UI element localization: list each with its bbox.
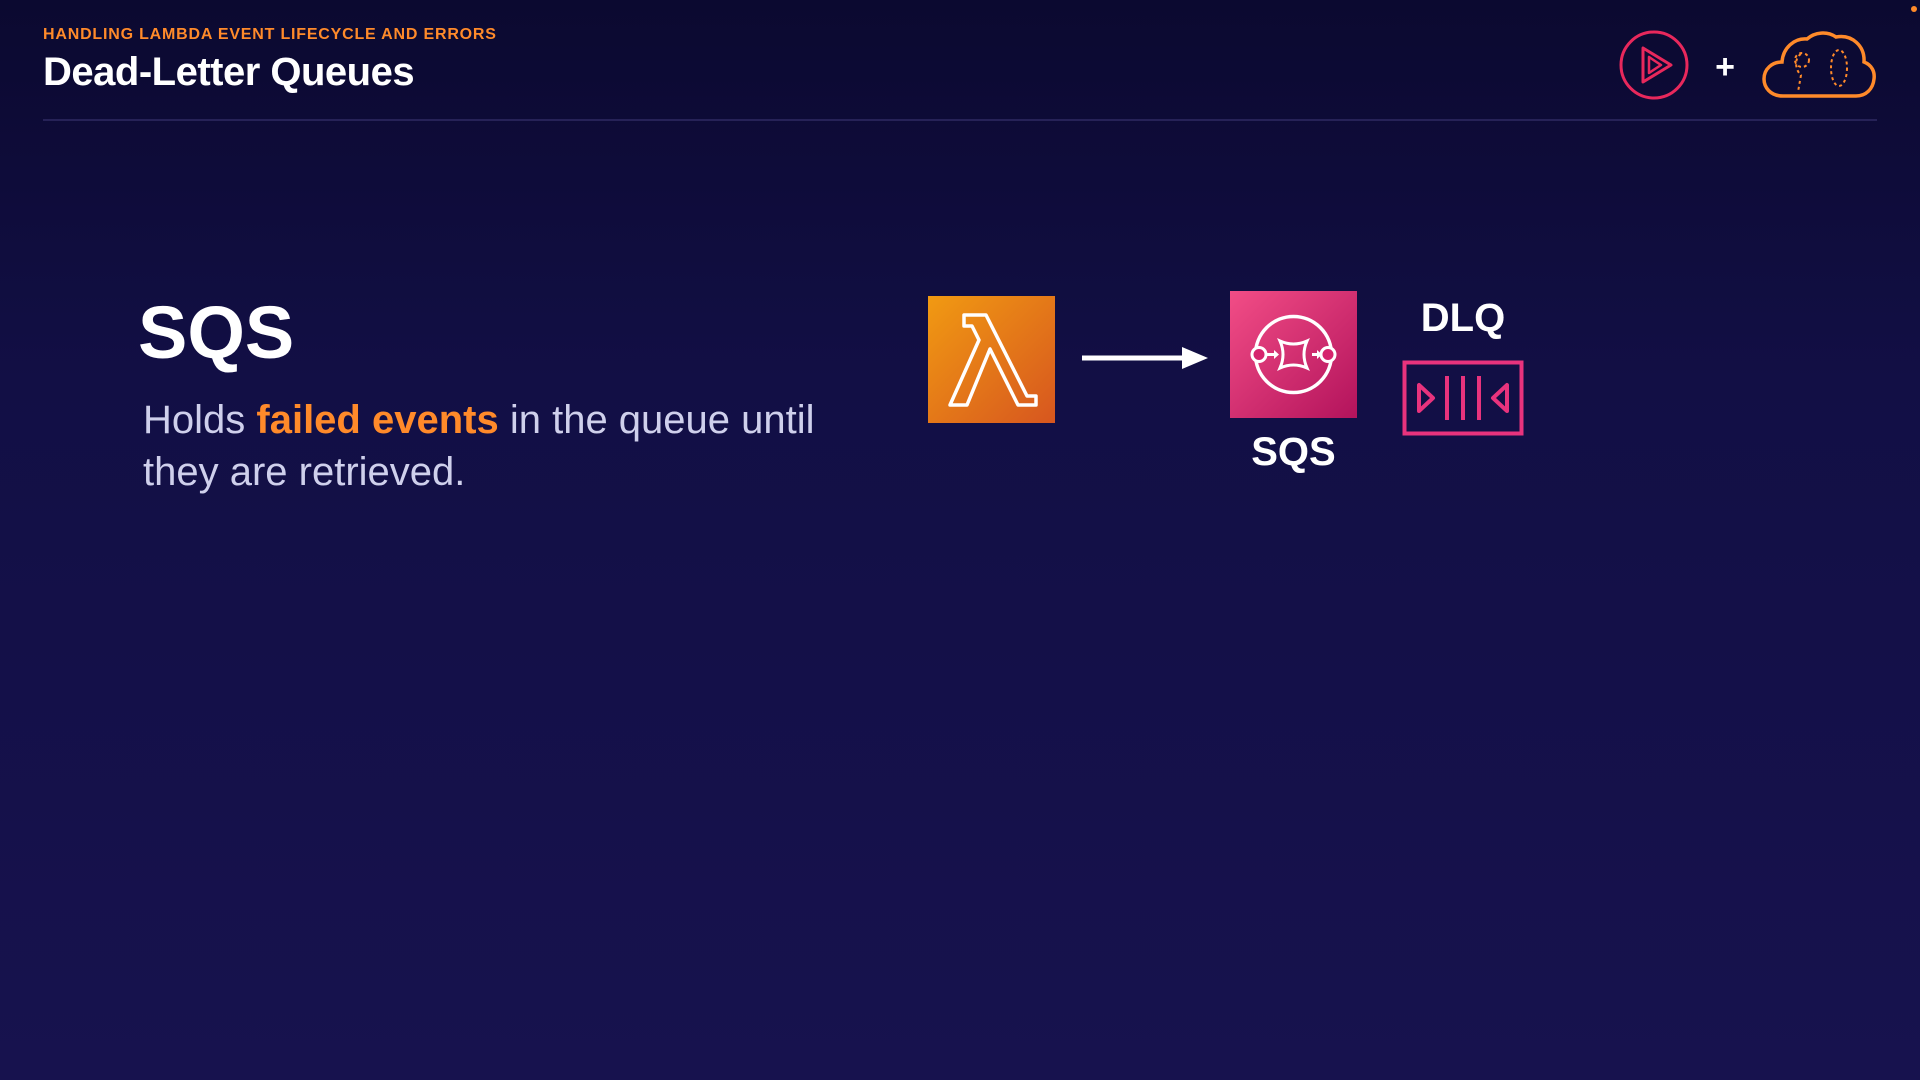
flow-arrow xyxy=(1082,347,1208,369)
slide-header: HANDLING LAMBDA EVENT LIFECYCLE AND ERRO… xyxy=(43,26,497,95)
brand-logos: + xyxy=(1619,30,1877,105)
lambda-node xyxy=(928,296,1055,423)
header-divider xyxy=(43,119,1877,121)
section-description: Holds failed events in the queue until t… xyxy=(143,394,823,498)
sqs-icon xyxy=(1250,314,1337,395)
sqs-label: SQS xyxy=(1251,430,1336,474)
slide-kicker: HANDLING LAMBDA EVENT LIFECYCLE AND ERRO… xyxy=(43,26,497,43)
dlq-label: DLQ xyxy=(1420,296,1506,340)
cloud-logo-icon xyxy=(1761,30,1877,105)
sqs-node xyxy=(1230,291,1357,418)
plus-sign: + xyxy=(1715,48,1735,86)
corner-dot xyxy=(1911,6,1917,12)
queue-icon xyxy=(1402,360,1524,436)
desc-highlight: failed events xyxy=(256,398,499,442)
desc-text-before: Holds xyxy=(143,398,257,442)
section-title: SQS xyxy=(138,291,295,374)
slide-title: Dead-Letter Queues xyxy=(43,50,415,94)
play-logo-icon xyxy=(1619,30,1689,105)
lambda-icon xyxy=(948,313,1038,407)
